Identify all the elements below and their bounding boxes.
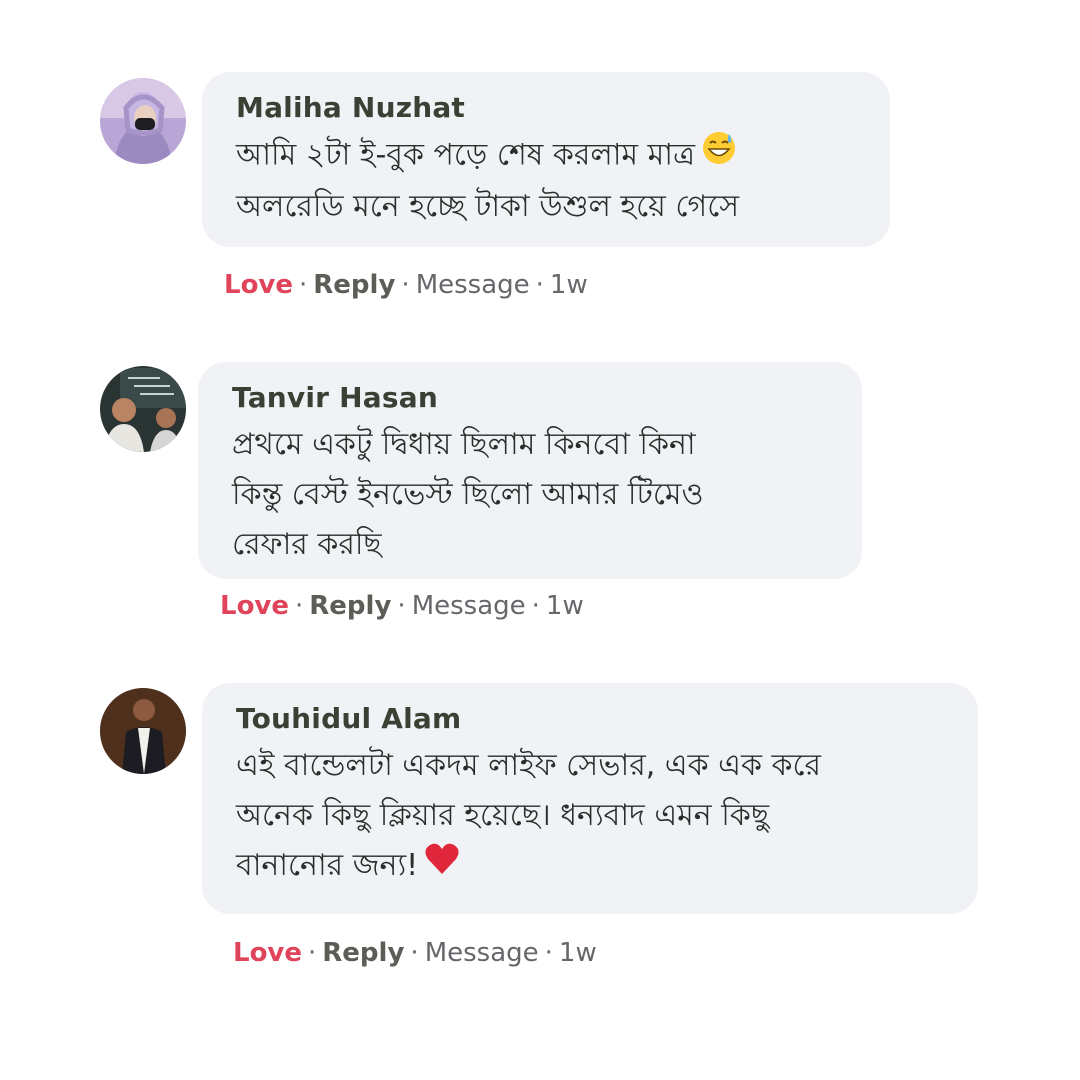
comment-line: এই বান্ডেলটা একদম লাইফ সেভার, এক এক করে	[236, 748, 822, 783]
comment-line: আমি ২টা ই-বুক পড়ে শেষ করলাম মাত্র	[236, 130, 856, 182]
separator: ·	[544, 938, 553, 968]
reply-link[interactable]: Reply	[309, 591, 391, 621]
avatar-image	[100, 78, 186, 164]
comment-author[interactable]: Maliha Nuzhat	[236, 92, 856, 124]
separator: ·	[535, 270, 544, 300]
timestamp[interactable]: 1w	[550, 270, 588, 300]
love-reaction-link[interactable]: Love	[224, 270, 293, 300]
comment-actions: Love · Reply · Message · 1w	[233, 938, 597, 968]
comment-line: অনেক কিছু ক্লিয়ার হয়েছে। ধন্যবাদ এমন ক…	[236, 798, 770, 833]
comment-line: অলরেডি মনে হচ্ছে টাকা উশুল হয়ে গেসে	[236, 189, 740, 224]
avatar-image	[100, 688, 186, 774]
avatar-tanvir[interactable]	[100, 366, 186, 452]
message-link[interactable]: Message	[416, 270, 530, 300]
comment-bubble: Touhidul Alam এই বান্ডেলটা একদম লাইফ সেভ…	[202, 683, 978, 914]
message-link[interactable]: Message	[425, 938, 539, 968]
comment-author[interactable]: Touhidul Alam	[236, 703, 944, 735]
comment-line: প্রথমে একটু দ্বিধায় ছিলাম কিনবো কিনা	[232, 427, 696, 462]
love-reaction-link[interactable]: Love	[233, 938, 302, 968]
timestamp[interactable]: 1w	[546, 591, 584, 621]
comment-text: এই বান্ডেলটা একদম লাইফ সেভার, এক এক করে …	[236, 741, 944, 892]
love-reaction-link[interactable]: Love	[220, 591, 289, 621]
separator: ·	[308, 938, 317, 968]
separator: ·	[531, 591, 540, 621]
comment-text: আমি ২টা ই-বুক পড়ে শেষ করলাম মাত্র অলরেড…	[236, 130, 856, 232]
separator: ·	[299, 270, 308, 300]
grinning-sweat-emoji	[701, 130, 737, 182]
message-link[interactable]: Message	[412, 591, 526, 621]
reply-link[interactable]: Reply	[322, 938, 404, 968]
reply-link[interactable]: Reply	[313, 270, 395, 300]
comment-line: কিন্তু বেস্ট ইনভেস্ট ছিলো আমার টিমেও	[232, 477, 704, 512]
comment-actions: Love · Reply · Message · 1w	[220, 591, 584, 621]
timestamp[interactable]: 1w	[559, 938, 597, 968]
comment-line: রেফার করছি	[232, 527, 382, 562]
comment-line-text: আমি ২টা ই-বুক পড়ে শেষ করলাম মাত্র	[236, 137, 696, 173]
separator: ·	[397, 591, 406, 621]
avatar-touhidul[interactable]	[100, 688, 186, 774]
comment-text: প্রথমে একটু দ্বিধায় ছিলাম কিনবো কিনা কি…	[232, 420, 828, 570]
comment-author[interactable]: Tanvir Hasan	[232, 382, 828, 414]
comment-actions: Love · Reply · Message · 1w	[224, 270, 588, 300]
comment-bubble: Maliha Nuzhat আমি ২টা ই-বুক পড়ে শেষ করল…	[202, 72, 890, 247]
separator: ·	[401, 270, 410, 300]
avatar-maliha[interactable]	[100, 78, 186, 164]
comment-line: বানানোর জন্য!	[236, 841, 944, 892]
avatar-image	[100, 366, 186, 452]
comment-bubble: Tanvir Hasan প্রথমে একটু দ্বিধায় ছিলাম …	[198, 362, 862, 579]
separator: ·	[410, 938, 419, 968]
separator: ·	[295, 591, 304, 621]
comment-line-text: বানানোর জন্য!	[236, 848, 419, 883]
red-heart-emoji	[424, 842, 460, 892]
